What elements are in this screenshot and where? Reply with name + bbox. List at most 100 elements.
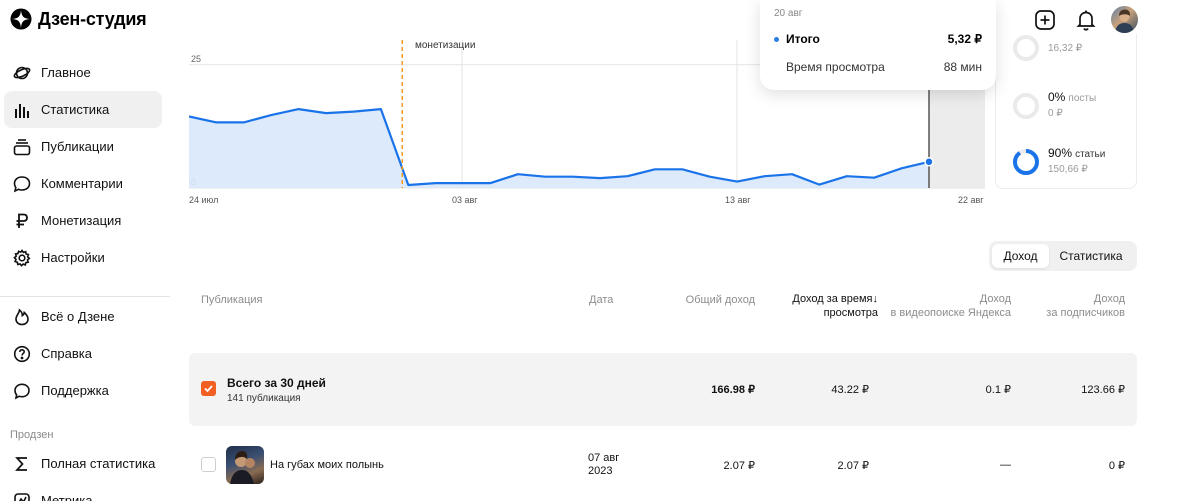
summary-subs-income: 123.66 ₽ bbox=[1081, 384, 1125, 396]
planet-icon bbox=[12, 63, 32, 83]
tooltip-total-value: 5,32 ₽ bbox=[947, 32, 982, 46]
nav-item-label: Главное bbox=[41, 65, 91, 80]
nav-item-help[interactable]: Справка bbox=[4, 335, 162, 372]
column-header-total-income[interactable]: Общий доход bbox=[686, 293, 755, 307]
row-watch-income: 2.07 ₽ bbox=[837, 460, 869, 472]
publication-date-year: 2023 bbox=[588, 465, 613, 477]
breakdown-row-posts: 0% посты 0 ₽ bbox=[1012, 90, 1096, 121]
nav-item-support[interactable]: Поддержка bbox=[4, 372, 162, 409]
notifications-button[interactable] bbox=[1074, 8, 1098, 32]
plus-square-icon bbox=[1035, 10, 1055, 30]
nav-item-main[interactable]: Главное bbox=[4, 54, 162, 91]
column-header-line: Доход bbox=[979, 293, 1011, 305]
column-header-publication[interactable]: Публикация bbox=[201, 293, 262, 307]
tooltip-row-label: Время просмотра bbox=[786, 60, 885, 74]
sidebar-divider bbox=[0, 296, 170, 297]
sidebar-section-label: Продзен bbox=[10, 429, 54, 441]
summary-total-income: 166.98 ₽ bbox=[711, 384, 755, 396]
column-header-line: Доход за время bbox=[792, 293, 873, 305]
x-tick-label: 24 июл bbox=[189, 195, 219, 205]
nav-item-about-zen[interactable]: Всё о Дзене bbox=[4, 298, 162, 335]
income-breakdown-panel: 16,32 ₽ 0% посты 0 ₽ 90% статьи 150,66 ₽ bbox=[995, 34, 1137, 189]
sidebar-secondary-nav: Всё о Дзене Справка Поддержка bbox=[4, 298, 162, 409]
nav-item-label: Монетизация bbox=[41, 213, 122, 228]
x-tick-label: 03 авг bbox=[452, 195, 478, 205]
nav-item-label: Справка bbox=[41, 346, 92, 361]
summary-subtitle: 141 публикация bbox=[227, 393, 301, 404]
avatar-image bbox=[1115, 9, 1134, 33]
bell-icon bbox=[1076, 10, 1096, 31]
support-icon bbox=[12, 381, 32, 401]
breakdown-label: посты bbox=[1068, 93, 1097, 104]
gear-icon bbox=[12, 248, 32, 268]
breakdown-value: 150,66 ₽ bbox=[1048, 164, 1088, 175]
tooltip-watch-row: Время просмотра 88 мин bbox=[774, 60, 982, 74]
zen-logo-icon bbox=[10, 8, 32, 30]
flame-icon bbox=[12, 307, 32, 327]
tooltip-total-row: Итого 5,32 ₽ bbox=[774, 32, 982, 46]
sidebar-prozen-nav: Полная статистика Метрика bbox=[4, 445, 162, 501]
select-all-checkbox[interactable] bbox=[201, 381, 216, 396]
donut-chart-icon bbox=[1013, 92, 1039, 119]
donut-chart-icon bbox=[1013, 35, 1039, 61]
tooltip-total-label: Итого bbox=[786, 32, 820, 46]
sigma-icon bbox=[12, 454, 32, 474]
row-total-income: 2.07 ₽ bbox=[723, 460, 755, 472]
publication-title[interactable]: На губах моих полынь bbox=[270, 459, 384, 471]
metrika-icon bbox=[12, 491, 32, 501]
monetization-annotation: монетизации bbox=[415, 40, 476, 51]
publication-thumbnail[interactable] bbox=[226, 446, 264, 484]
toggle-statistics[interactable]: Статистика bbox=[1049, 244, 1133, 268]
breakdown-row-other: 16,32 ₽ bbox=[1012, 34, 1082, 62]
nav-item-label: Комментарии bbox=[41, 176, 123, 191]
tooltip-date: 20 авг bbox=[774, 8, 803, 19]
y-tick-label: 25 bbox=[191, 54, 201, 64]
sidebar-nav: Главное Статистика Публикации Комментари… bbox=[4, 54, 162, 276]
nav-item-full-statistics[interactable]: Полная статистика bbox=[4, 445, 162, 482]
nav-item-publications[interactable]: Публикации bbox=[4, 128, 162, 165]
app-logo[interactable]: Дзен-студия bbox=[10, 8, 147, 30]
check-icon bbox=[204, 385, 213, 393]
nav-item-statistics[interactable]: Статистика bbox=[4, 91, 162, 128]
ruble-icon bbox=[12, 211, 32, 231]
column-header-line: за подписчиков bbox=[1046, 307, 1125, 319]
x-tick-label: 13 авг bbox=[725, 195, 751, 205]
breakdown-percent: 0% bbox=[1048, 90, 1066, 104]
chart-tooltip: 20 авг Итого 5,32 ₽ Время просмотра 88 м… bbox=[760, 0, 996, 90]
thumbnail-image bbox=[230, 451, 255, 484]
create-button[interactable] bbox=[1033, 8, 1057, 32]
nav-item-comments[interactable]: Комментарии bbox=[4, 165, 162, 202]
row-subs-income: 0 ₽ bbox=[1108, 460, 1125, 472]
column-header-line: Доход bbox=[1093, 293, 1125, 305]
sort-arrow-icon: ↓ bbox=[872, 293, 879, 305]
nav-item-label: Полная статистика bbox=[41, 456, 156, 471]
nav-item-label: Публикации bbox=[41, 139, 114, 154]
help-icon bbox=[12, 344, 32, 364]
breakdown-value: 16,32 ₽ bbox=[1048, 42, 1083, 54]
series-dot-icon bbox=[774, 37, 779, 43]
nav-item-monetization[interactable]: Монетизация bbox=[4, 202, 162, 239]
donut-chart-icon bbox=[1013, 148, 1039, 175]
nav-item-metrika[interactable]: Метрика bbox=[4, 482, 162, 501]
breakdown-row-articles: 90% статьи 150,66 ₽ bbox=[1012, 146, 1105, 177]
avatar[interactable] bbox=[1111, 6, 1138, 33]
toggle-income[interactable]: Доход bbox=[992, 244, 1049, 268]
breakdown-label: статьи bbox=[1075, 149, 1106, 160]
summary-watch-income: 43.22 ₽ bbox=[831, 384, 869, 396]
stack-icon bbox=[12, 137, 32, 157]
column-header-date[interactable]: Дата bbox=[589, 293, 613, 307]
x-tick-label: 22 авг bbox=[958, 195, 984, 205]
row-checkbox[interactable] bbox=[201, 457, 216, 472]
summary-title: Всего за 30 дней bbox=[227, 376, 326, 390]
publication-date-day: 07 авг bbox=[588, 452, 620, 464]
column-header-subs-income[interactable]: Доход за подписчиков bbox=[1046, 292, 1125, 320]
bar-chart-icon bbox=[12, 100, 32, 120]
publication-date: 07 авг 2023 bbox=[588, 452, 619, 478]
comment-icon bbox=[12, 174, 32, 194]
breakdown-percent: 90% bbox=[1048, 146, 1073, 160]
column-header-video-income[interactable]: Доход в видеопоиске Яндекса bbox=[891, 292, 1011, 320]
row-video-income: — bbox=[1000, 459, 1011, 471]
nav-item-settings[interactable]: Настройки bbox=[4, 239, 162, 276]
column-header-line: просмотра bbox=[823, 307, 878, 319]
column-header-watch-income[interactable]: Доход за время↓ просмотра bbox=[792, 292, 878, 320]
